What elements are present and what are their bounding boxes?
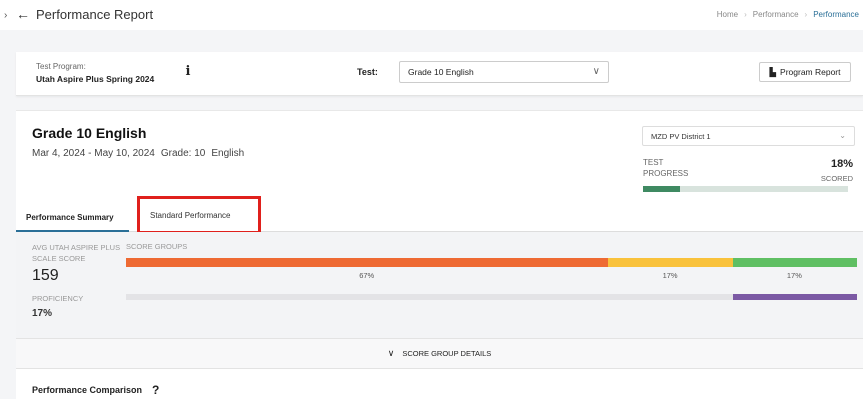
- avg-score-value: 159: [32, 267, 59, 284]
- chevron-down-icon: ∨: [592, 66, 600, 77]
- score-groups-bar: [126, 258, 857, 267]
- score-group-segment: [732, 258, 857, 267]
- breadcrumb-performance[interactable]: Performance: [753, 10, 799, 19]
- date-range: Mar 4, 2024 - May 10, 2024: [32, 148, 155, 159]
- breadcrumb: Home › Performance › Performance: [717, 10, 859, 19]
- program-report-button[interactable]: ▙ Program Report: [759, 62, 851, 82]
- subject-info: English: [211, 148, 245, 159]
- test-progress-label: TEST PROGRESS: [643, 158, 689, 178]
- top-bar: › ← Performance Report Home › Performanc…: [0, 0, 863, 30]
- chevron-down-icon: ∨: [387, 348, 395, 358]
- page-title: Performance Report: [36, 7, 154, 22]
- breadcrumb-current: Performance: [813, 10, 859, 19]
- district-select-value: MZD PV District 1: [651, 132, 711, 141]
- tab-performance-summary[interactable]: Performance Summary: [16, 204, 129, 232]
- program-report-label: Program Report: [780, 67, 841, 77]
- breadcrumb-home[interactable]: Home: [717, 10, 738, 19]
- proficiency-value: 17%: [32, 308, 53, 319]
- score-group-details-label: SCORE GROUP DETAILS: [402, 349, 492, 358]
- test-select-value: Grade 10 English: [408, 67, 474, 77]
- performance-comparison-title: Performance Comparison: [32, 385, 143, 395]
- info-icon[interactable]: i: [181, 64, 195, 80]
- score-group-percent: 17%: [786, 271, 802, 280]
- help-icon[interactable]: ?: [152, 383, 159, 397]
- performance-summary-panel: AVG UTAH ASPIRE PLUS SCALE SCORE 159 PRO…: [16, 232, 863, 338]
- test-progress-value: 18%: [830, 158, 853, 170]
- proficiency-bar: [126, 294, 857, 300]
- score-group-segment: [608, 258, 733, 267]
- test-label: Test:: [357, 67, 378, 77]
- tab-bar: Performance Summary Standard Performance: [16, 196, 863, 234]
- score-groups-label: SCORE GROUPS: [126, 242, 188, 251]
- avg-score-label: AVG UTAH ASPIRE PLUS SCALE SCORE: [32, 243, 121, 263]
- score-group-segment: [126, 258, 609, 267]
- nav-dot-icon: ›: [4, 10, 8, 21]
- scored-label: SCORED: [820, 174, 853, 183]
- test-progress-bar: [643, 186, 848, 192]
- test-card: Grade 10 English Mar 4, 2024 - May 10, 2…: [16, 110, 863, 399]
- performance-comparison-header: Performance Comparison ?: [32, 383, 159, 397]
- test-program-value: Utah Aspire Plus Spring 2024: [36, 74, 155, 84]
- test-progress-fill: [643, 186, 680, 192]
- tab-standard-performance[interactable]: Standard Performance: [137, 196, 261, 234]
- district-select[interactable]: MZD PV District 1 ⌄: [642, 126, 855, 146]
- score-group-percent: 17%: [662, 271, 678, 280]
- card-title: Grade 10 English: [32, 125, 147, 141]
- program-bar: Test Program: Utah Aspire Plus Spring 20…: [16, 52, 863, 96]
- breadcrumb-separator-icon: ›: [744, 10, 747, 19]
- score-group-percent: 67%: [359, 271, 375, 280]
- card-subtitle: Mar 4, 2024 - May 10, 2024 Grade: 10 Eng…: [32, 148, 244, 159]
- breadcrumb-separator-icon: ›: [804, 10, 808, 19]
- test-select[interactable]: Grade 10 English ∨: [399, 61, 609, 83]
- chevron-down-icon: ⌄: [839, 131, 846, 140]
- back-arrow-icon[interactable]: ←: [16, 6, 30, 22]
- proficiency-label: PROFICIENCY: [32, 294, 84, 303]
- proficiency-fill: [732, 294, 857, 300]
- score-group-details-toggle[interactable]: ∨ SCORE GROUP DETAILS: [16, 338, 863, 369]
- test-program-label: Test Program:: [36, 62, 86, 71]
- grade-info: Grade: 10: [160, 148, 206, 159]
- chart-icon: ▙: [769, 66, 777, 77]
